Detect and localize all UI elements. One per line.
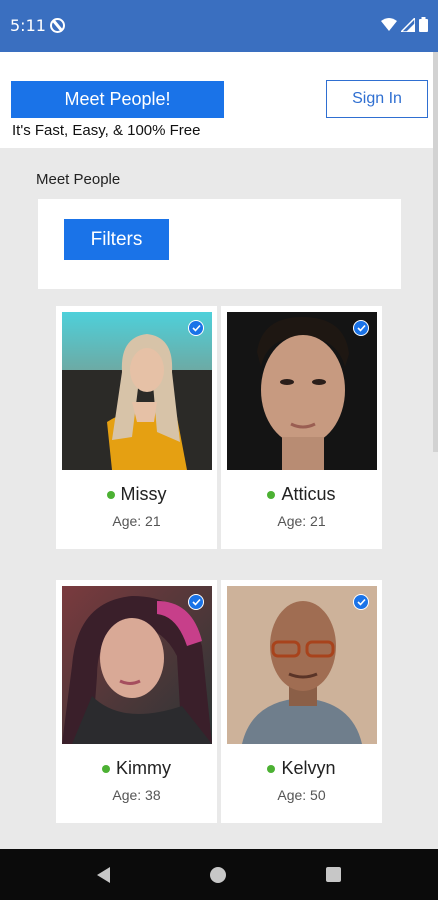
- profile-photo[interactable]: [227, 586, 377, 744]
- sync-off-icon: [50, 18, 65, 33]
- meet-people-button[interactable]: Meet People!: [11, 81, 224, 118]
- online-status-icon: [106, 490, 115, 499]
- verified-check-icon: [353, 320, 369, 336]
- profile-name: Atticus: [281, 484, 336, 504]
- recents-icon[interactable]: [326, 867, 341, 882]
- online-status-icon: [267, 490, 276, 499]
- status-time: 5:11: [10, 16, 46, 35]
- wifi-icon: [381, 17, 397, 31]
- online-status-icon: [267, 764, 276, 773]
- sign-in-button[interactable]: Sign In: [326, 80, 428, 118]
- profile-name-row: Atticus: [221, 484, 382, 505]
- verified-check-icon: [188, 594, 204, 610]
- profile-name: Kelvyn: [281, 758, 336, 778]
- profile-age: Age: 50: [277, 787, 326, 803]
- verified-check-icon: [188, 320, 204, 336]
- profile-photo[interactable]: [227, 312, 377, 470]
- profile-card-kimmy[interactable]: Kimmy Age: 38: [56, 580, 217, 823]
- header: Meet People! It's Fast, Easy, & 100% Fre…: [0, 52, 438, 148]
- profile-age: Age: 38: [112, 787, 161, 803]
- profile-name-row: Kelvyn: [221, 758, 382, 779]
- filter-panel: Filters: [38, 199, 401, 289]
- profile-card-kelvyn[interactable]: Kelvyn Age: 50: [221, 580, 382, 823]
- online-status-icon: [102, 764, 110, 773]
- profile-name-row: Missy: [56, 484, 217, 505]
- page-title: Meet People: [36, 171, 121, 188]
- battery-icon: [419, 17, 428, 32]
- tagline: It's Fast, Easy, & 100% Free: [12, 122, 201, 139]
- profile-photo[interactable]: [62, 312, 212, 470]
- profile-photo[interactable]: [62, 586, 212, 744]
- home-icon[interactable]: [210, 866, 226, 883]
- status-bar: 5:11: [0, 0, 438, 52]
- status-icons: [381, 17, 428, 32]
- profile-name: Kimmy: [116, 758, 171, 778]
- profile-card-missy[interactable]: Missy Age: 21: [56, 306, 217, 549]
- signal-icon: [401, 17, 415, 32]
- profile-name-row: Kimmy: [56, 758, 217, 779]
- back-icon[interactable]: [97, 866, 110, 883]
- profile-name: Missy: [120, 484, 167, 504]
- navigation-bar: [0, 849, 438, 900]
- verified-check-icon: [353, 594, 369, 610]
- scrollbar[interactable]: [433, 52, 438, 452]
- profile-age: Age: 21: [112, 513, 161, 529]
- filters-button[interactable]: Filters: [64, 219, 169, 260]
- profile-card-atticus[interactable]: Atticus Age: 21: [221, 306, 382, 549]
- profile-age: Age: 21: [277, 513, 326, 529]
